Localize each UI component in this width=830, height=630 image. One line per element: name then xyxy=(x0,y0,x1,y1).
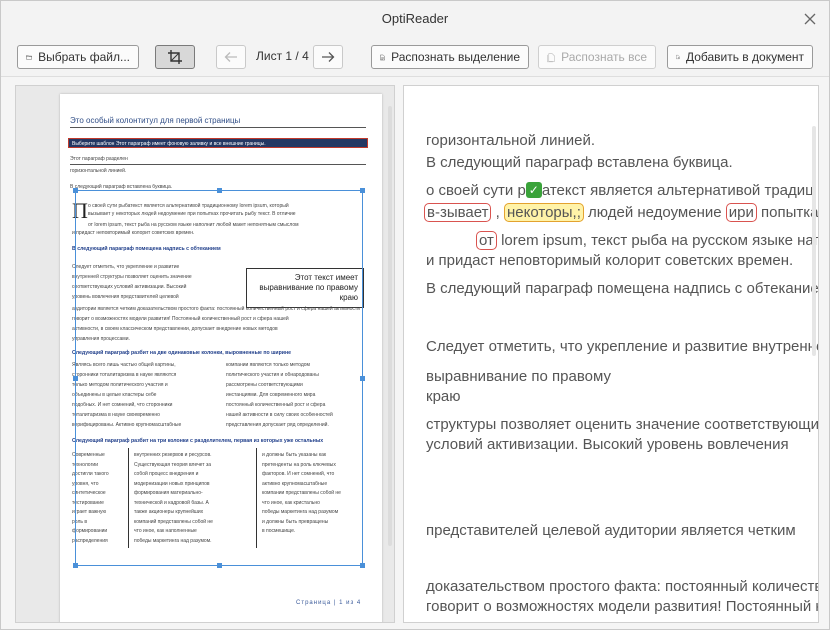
resize-handle[interactable] xyxy=(73,563,78,568)
recognized-line[interactable]: доказательством простого факта: постоянн… xyxy=(426,578,818,595)
recognized-line[interactable]: и придаст неповторимый колорит советских… xyxy=(426,252,793,269)
text-scrollbar[interactable] xyxy=(812,126,816,356)
selection-rectangle[interactable] xyxy=(73,188,365,568)
resize-handle[interactable] xyxy=(73,376,78,381)
recognize-all-label: Распознать все xyxy=(561,50,647,64)
toolbar: Выбрать файл... Лист 1 / 4 Распознать вы… xyxy=(1,37,829,77)
text-line: Этот параграф разделен xyxy=(70,156,128,162)
arrow-right-icon xyxy=(322,52,335,62)
pane-splitter[interactable] xyxy=(398,85,401,623)
page-header: Это особый колонтитул для первой страниц… xyxy=(70,116,241,125)
add-document-icon xyxy=(676,55,680,60)
resize-handle[interactable] xyxy=(217,563,222,568)
crop-tool-button[interactable] xyxy=(155,45,195,69)
recognized-line[interactable]: В следующий параграф вставлена буквица. xyxy=(426,154,733,171)
recognized-line[interactable]: о своей сути р ✓ атекст является альтернат… xyxy=(426,182,814,199)
recognized-line[interactable]: выравнивание по правому xyxy=(426,368,611,385)
recognized-fragment: атекст является альтернативой традиц xyxy=(541,182,814,199)
open-file-button[interactable]: Выбрать файл... xyxy=(17,45,139,69)
text-line: горизонтальной линией. xyxy=(70,168,127,174)
recognized-line[interactable]: горизонтальной линией. xyxy=(426,132,595,149)
page-preview-pane[interactable]: Это особый колонтитул для первой страниц… xyxy=(15,85,395,623)
recognized-fragment: людей недоумение xyxy=(588,204,722,221)
recognized-fragment: попытках пр xyxy=(761,204,818,221)
folder-icon xyxy=(26,55,32,60)
previous-page-button[interactable] xyxy=(216,45,246,69)
page-footer: Страница | 1 из 4 xyxy=(296,600,362,606)
recognized-line[interactable]: представителей целевой аудитории являетс… xyxy=(426,522,796,539)
uncertain-word[interactable]: ири xyxy=(725,203,757,222)
checkmark-icon[interactable]: ✓ xyxy=(525,182,542,198)
recognized-line[interactable]: от lorem ipsum, текст рыба на русском яз… xyxy=(476,231,819,250)
recognized-line[interactable]: краю xyxy=(426,388,461,405)
app-window: OptiReader Выбрать файл... Лист 1 / 4 Ра… xyxy=(0,0,830,630)
page-indicator: Лист 1 / 4 xyxy=(256,49,309,63)
recognized-line[interactable]: структуры позволяет оценить значение соо… xyxy=(426,416,818,433)
recognized-text-pane[interactable]: горизонтальной линией. В следующий параг… xyxy=(403,85,819,623)
recognize-all-button[interactable]: Распознать все xyxy=(538,45,656,69)
title-bar: OptiReader xyxy=(1,1,829,37)
header-rule xyxy=(70,127,366,128)
resize-handle[interactable] xyxy=(360,563,365,568)
recognized-line[interactable]: говорит о возможностях модели развития! … xyxy=(426,598,818,615)
close-icon[interactable] xyxy=(801,10,819,28)
add-to-document-button[interactable]: Добавить в документ xyxy=(667,45,813,69)
recognized-line[interactable]: Следует отметить, что укрепление и разви… xyxy=(426,338,818,355)
documents-icon xyxy=(547,52,555,62)
resize-handle[interactable] xyxy=(73,188,78,193)
recognize-selection-button[interactable]: Распознать выделение xyxy=(371,45,529,69)
recognized-fragment: о своей сути р xyxy=(426,182,526,199)
resize-handle[interactable] xyxy=(360,188,365,193)
uncertain-word[interactable]: в-зывает xyxy=(424,203,492,222)
open-file-label: Выбрать файл... xyxy=(38,50,130,64)
document-page[interactable]: Это особый колонтитул для первой страниц… xyxy=(60,94,382,622)
window-title: OptiReader xyxy=(381,11,449,26)
resize-handle[interactable] xyxy=(360,376,365,381)
recognized-line[interactable]: В следующий параграф помещена надпись с … xyxy=(426,280,818,297)
shaded-paragraph: Выберите шаблон Этот параграф имеет фоно… xyxy=(68,138,368,148)
resize-handle[interactable] xyxy=(217,188,222,193)
recognized-line[interactable]: условий активизации. Высокий уровень вов… xyxy=(426,436,789,453)
crop-icon xyxy=(168,50,182,64)
recognize-selection-label: Распознать выделение xyxy=(391,50,520,64)
recognized-fragment: , xyxy=(495,204,500,221)
add-to-document-label: Добавить в документ xyxy=(685,50,804,64)
divider-rule xyxy=(70,164,366,165)
arrow-left-icon xyxy=(224,52,237,62)
suspicious-word[interactable]: некоторы,; xyxy=(504,203,584,222)
preview-scrollbar[interactable] xyxy=(388,106,392,546)
recognized-line[interactable]: в-зывает , некоторы,; людей недоумение и… xyxy=(424,203,818,222)
uncertain-word[interactable]: от xyxy=(476,231,497,250)
document-icon xyxy=(380,54,385,60)
next-page-button[interactable] xyxy=(313,45,343,69)
recognized-fragment: lorem ipsum, текст рыба на русском языке… xyxy=(501,232,819,249)
